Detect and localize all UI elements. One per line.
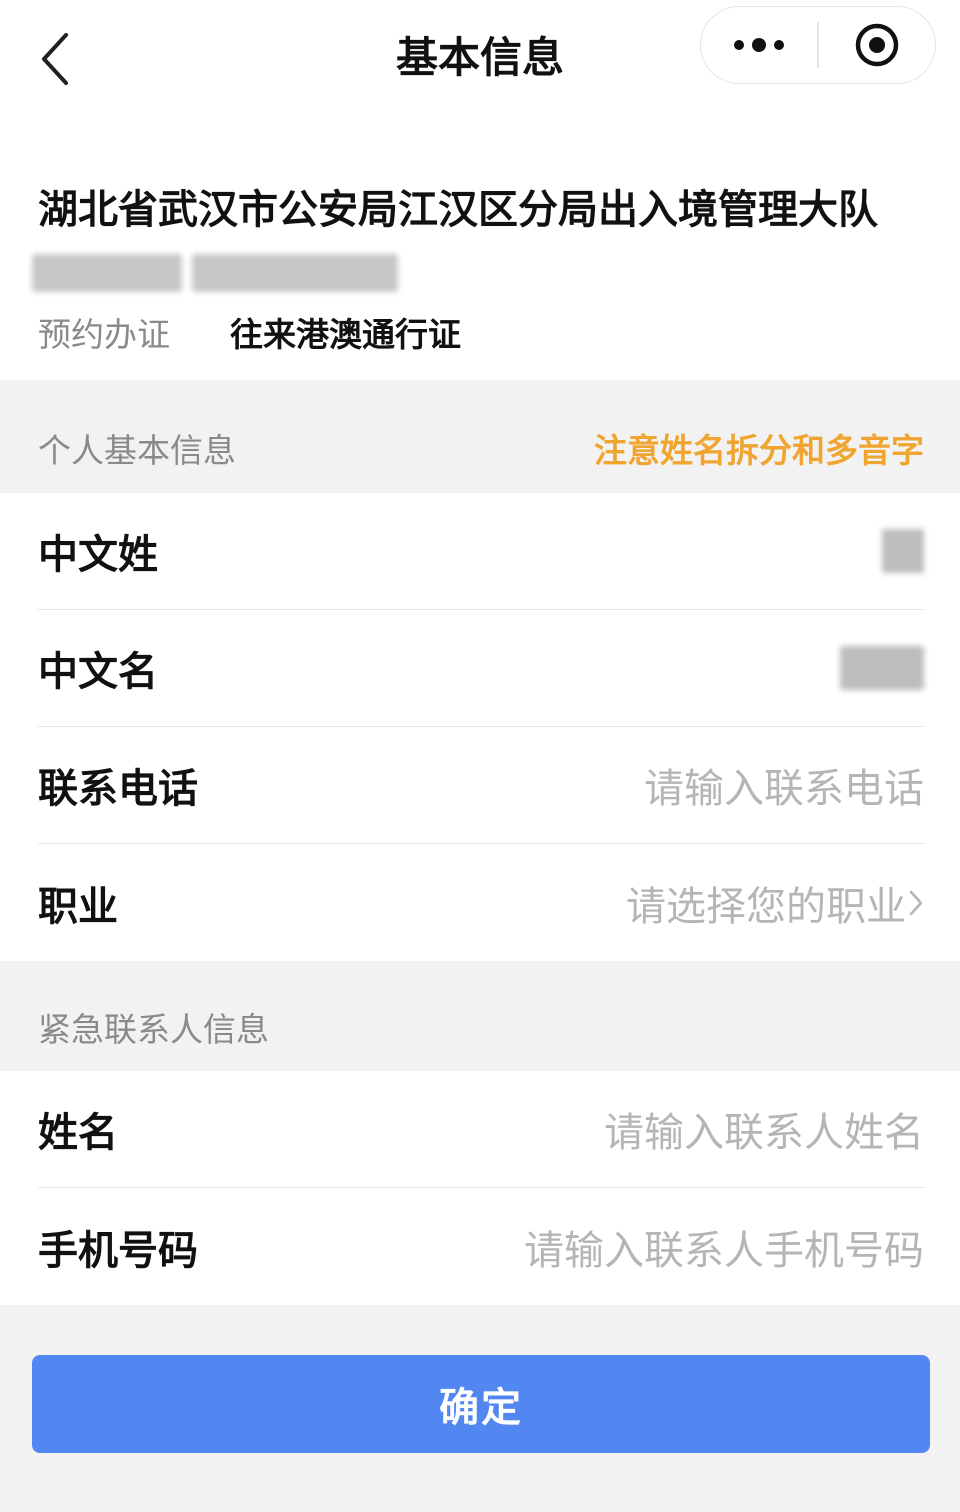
appointment-value: 往来港澳通行证 xyxy=(230,315,461,354)
nav-bar: 基本信息 xyxy=(0,0,960,120)
contact-name-input[interactable]: 请输入联系人姓名 xyxy=(604,1100,924,1158)
occupation-row[interactable]: 职业 请选择您的职业 xyxy=(38,844,924,961)
emergency-section-header: 紧急联系人信息 xyxy=(0,961,960,1071)
name-hint-note: 注意姓名拆分和多音字 xyxy=(594,431,924,470)
field-label: 职业 xyxy=(38,883,118,930)
personal-info-form: 中文姓 中文名 联系电话 请输入联系电话 职业 请选择您的职业 xyxy=(0,493,960,961)
contact-phone-row[interactable]: 手机号码 请输入联系人手机号码 xyxy=(38,1188,924,1305)
record-target-icon xyxy=(855,23,899,67)
given-name-row[interactable]: 中文名 xyxy=(38,610,924,727)
field-label: 联系电话 xyxy=(38,766,198,812)
redacted-value xyxy=(882,529,924,573)
occupation-placeholder: 请选择您的职业 xyxy=(626,883,906,930)
field-label: 手机号码 xyxy=(38,1227,198,1274)
appointment-label: 预约办证 xyxy=(38,315,170,354)
close-miniprogram-button[interactable] xyxy=(819,7,935,83)
contact-name-row[interactable]: 姓名 请输入联系人姓名 xyxy=(38,1071,924,1188)
office-address-redacted xyxy=(32,254,398,292)
occupation-select[interactable]: 请选择您的职业 xyxy=(626,874,924,932)
confirm-button[interactable]: 确定 xyxy=(32,1355,930,1453)
section-title: 个人基本信息 xyxy=(38,431,236,470)
chevron-right-icon xyxy=(909,890,923,915)
field-label: 中文姓 xyxy=(38,532,158,578)
given-name-value-redacted xyxy=(840,646,924,690)
more-dots-icon xyxy=(734,38,785,52)
phone-row[interactable]: 联系电话 请输入联系电话 xyxy=(38,727,924,844)
surname-value-redacted xyxy=(882,529,924,573)
field-label: 中文名 xyxy=(38,649,158,695)
emergency-contact-form: 姓名 请输入联系人姓名 手机号码 请输入联系人手机号码 xyxy=(0,1071,960,1305)
mini-program-capsule xyxy=(700,6,936,84)
redacted-value xyxy=(840,646,924,690)
field-label: 姓名 xyxy=(38,1110,118,1156)
appointment-row: 预约办证 往来港澳通行证 xyxy=(38,310,461,360)
personal-section-header: 个人基本信息 注意姓名拆分和多音字 xyxy=(0,380,960,493)
office-header: 湖北省武汉市公安局江汉区分局出入境管理大队 预约办证 往来港澳通行证 xyxy=(0,120,960,380)
office-name: 湖北省武汉市公安局江汉区分局出入境管理大队 xyxy=(38,187,878,233)
section-title: 紧急联系人信息 xyxy=(38,1010,269,1049)
redacted-block xyxy=(32,254,182,292)
surname-row[interactable]: 中文姓 xyxy=(38,493,924,610)
contact-phone-input[interactable]: 请输入联系人手机号码 xyxy=(524,1218,924,1276)
redacted-block xyxy=(192,254,398,292)
more-button[interactable] xyxy=(701,7,817,83)
phone-input[interactable]: 请输入联系电话 xyxy=(644,756,924,814)
